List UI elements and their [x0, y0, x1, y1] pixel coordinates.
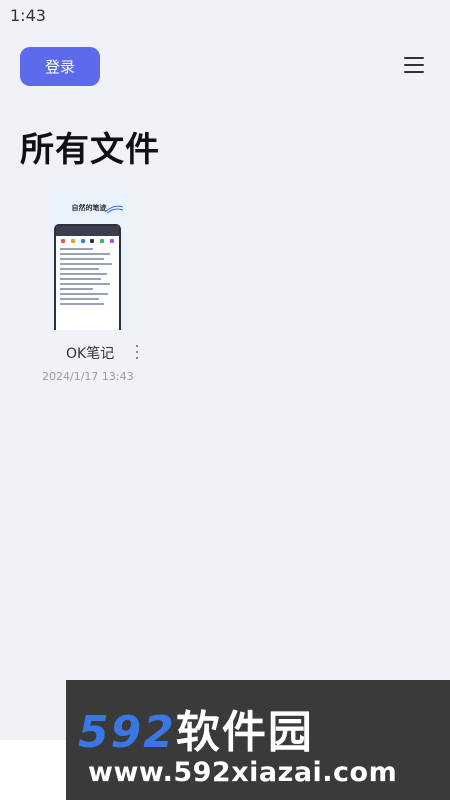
page-title: 所有文件 — [20, 130, 160, 170]
thumbnail-phone-image — [54, 224, 121, 330]
more-vertical-icon[interactable] — [134, 345, 140, 359]
watermark-url: www.592xiazai.com — [88, 757, 398, 788]
hamburger-menu-icon[interactable] — [400, 53, 428, 77]
watermark-brand: 592软件园 — [78, 696, 314, 760]
status-time: 1:43 — [10, 6, 46, 25]
swoosh-icon — [104, 205, 124, 214]
file-name[interactable]: OK笔记 — [66, 343, 114, 363]
app-screen: 1:43 登录 所有文件 自然的笔迹 OK笔记 2024/1/17 13:43 — [0, 0, 450, 740]
watermark-brand-text: 软件园 — [175, 707, 314, 758]
login-button[interactable]: 登录 — [20, 47, 100, 86]
file-thumbnail[interactable]: 自然的笔迹 — [50, 190, 128, 330]
file-date: 2024/1/17 13:43 — [42, 370, 134, 383]
watermark-logo: 592软件园 www.592xiazai.com — [66, 680, 450, 800]
watermark-brand-number: 592 — [78, 707, 176, 758]
file-card[interactable]: 自然的笔迹 OK笔记 2024/1/17 13:43 — [42, 190, 142, 390]
